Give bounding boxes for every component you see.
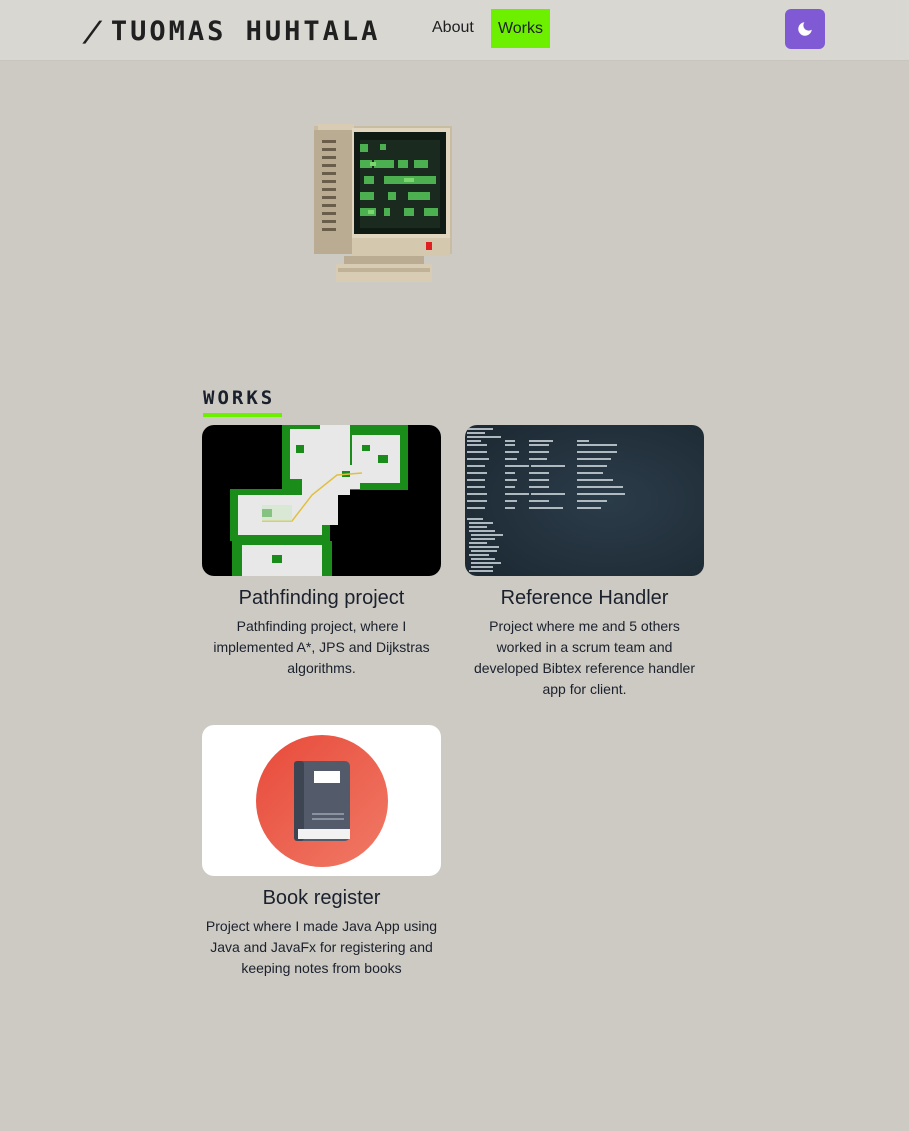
moon-icon <box>798 22 812 36</box>
navbar: / TUOMAS HUHTALA About Works <box>0 0 909 61</box>
pathfinding-map-thumbnail[interactable] <box>202 425 441 576</box>
theme-toggle-button[interactable] <box>785 9 825 49</box>
terminal-screenshot-thumbnail[interactable] <box>465 425 704 576</box>
book-icon-thumbnail[interactable] <box>202 725 441 876</box>
nav-link-about[interactable]: About <box>432 8 474 47</box>
pixel-computer-image <box>314 124 452 282</box>
work-card-description: Pathfinding project, where I implemented… <box>213 618 430 676</box>
work-card-title: Pathfinding project <box>238 587 405 609</box>
work-card-description: Project where me and 5 others worked in … <box>473 618 696 697</box>
work-card-book-register[interactable]: Book register Project where I made Java … <box>202 725 441 979</box>
work-card-pathfinding[interactable]: Pathfinding project Pathfinding project,… <box>202 425 441 679</box>
work-card-title: Book register <box>262 887 381 909</box>
brand-logo-link[interactable]: / TUOMAS HUHTALA <box>80 15 381 48</box>
nav-link-works[interactable]: Works <box>491 9 550 48</box>
works-section-title: WORKS <box>203 387 282 417</box>
work-card-description: Project where I made Java App using Java… <box>205 918 438 976</box>
work-card-reference-handler[interactable]: Reference Handler Project where me and 5… <box>465 425 704 700</box>
work-card-title: Reference Handler <box>500 587 669 609</box>
hero-computer-illustration <box>308 120 458 290</box>
brand-name: TUOMAS HUHTALA <box>110 15 381 47</box>
brand-slash: / <box>79 15 106 48</box>
